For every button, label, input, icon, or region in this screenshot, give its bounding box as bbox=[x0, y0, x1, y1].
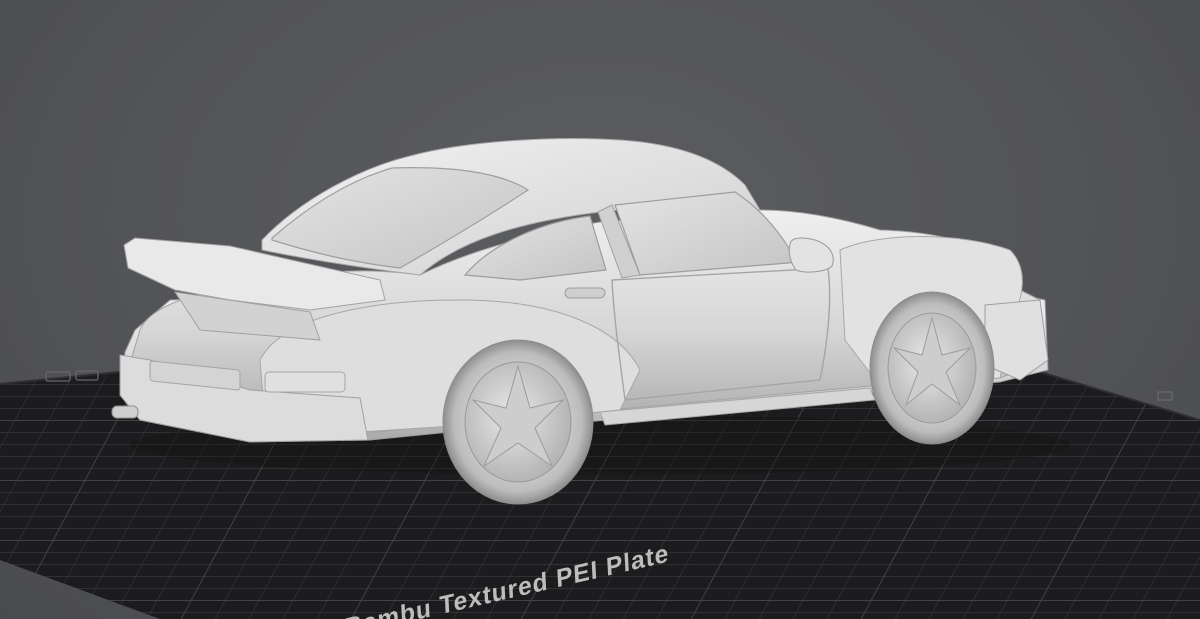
rear-light-right bbox=[264, 371, 346, 393]
door-window bbox=[614, 191, 802, 276]
car-model[interactable] bbox=[111, 138, 1070, 505]
scene-canvas[interactable]: Bambu Textured PEI Plate bbox=[0, 0, 1200, 619]
3d-viewport[interactable]: Bambu Textured PEI Plate bbox=[0, 0, 1200, 619]
exhaust-pipe bbox=[111, 405, 139, 419]
door-handle bbox=[564, 287, 606, 299]
front-wheel bbox=[869, 291, 995, 445]
plate-corner-mark-icon bbox=[1157, 391, 1173, 401]
rear-wheel bbox=[442, 339, 594, 505]
